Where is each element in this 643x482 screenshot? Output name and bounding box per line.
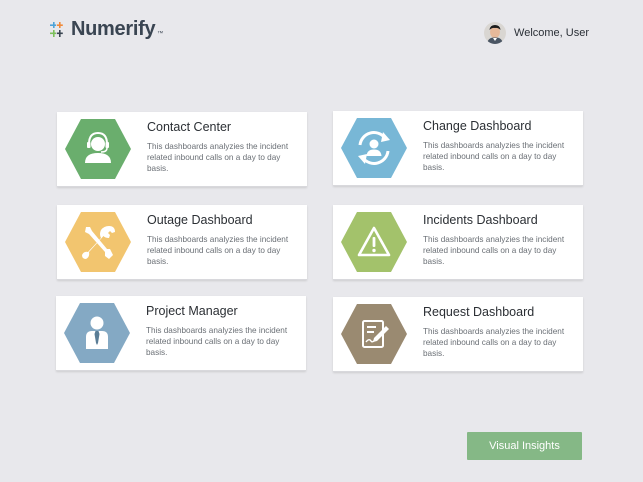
trademark: ™: [157, 30, 164, 37]
card-description: This dashboards analyzies the incident r…: [423, 327, 565, 358]
card-description: This dashboards analyzies the incident r…: [423, 235, 565, 266]
card-outage-dashboard[interactable]: Outage Dashboard This dashboards analyzi…: [57, 205, 307, 280]
card-project-manager[interactable]: Project Manager This dashboards analyzie…: [56, 296, 306, 371]
card-change-dashboard[interactable]: Change Dashboard This dashboards analyzi…: [333, 111, 583, 186]
card-incidents-dashboard[interactable]: Incidents Dashboard This dashboards anal…: [333, 205, 583, 280]
card-contact-center[interactable]: Contact Center This dashboards analyzies…: [57, 112, 307, 187]
card-title: Project Manager: [146, 304, 238, 318]
app-name: Numerify: [71, 18, 156, 40]
request-dashboard-hex: [341, 304, 407, 364]
card-description: This dashboards analyzies the incident r…: [147, 142, 289, 173]
incidents-dashboard-hex: [341, 212, 407, 272]
contact-center-hex: [65, 119, 131, 179]
card-title: Outage Dashboard: [147, 213, 253, 227]
outage-dashboard-hex: [65, 212, 131, 272]
card-title: Request Dashboard: [423, 305, 535, 319]
project-manager-hex: [64, 303, 130, 363]
numerify-logo-icon: [48, 21, 66, 39]
card-description: This dashboards analyzies the incident r…: [147, 235, 289, 266]
card-title: Contact Center: [147, 120, 232, 134]
card-request-dashboard[interactable]: Request Dashboard This dashboards analyz…: [333, 297, 583, 372]
welcome-text: Welcome, User: [514, 27, 589, 39]
numerify-logo: Numerify ™: [48, 18, 163, 41]
user-avatar[interactable]: [484, 22, 507, 44]
card-title: Change Dashboard: [423, 119, 532, 133]
card-title: Incidents Dashboard: [423, 213, 538, 227]
card-description: This dashboards analyzies the incident r…: [423, 141, 565, 172]
change-dashboard-hex: [341, 118, 407, 178]
card-description: This dashboards analyzies the incident r…: [146, 326, 288, 357]
visual-insights-button[interactable]: Visual Insights: [467, 432, 582, 460]
user-menu[interactable]: Welcome, User: [484, 22, 589, 44]
